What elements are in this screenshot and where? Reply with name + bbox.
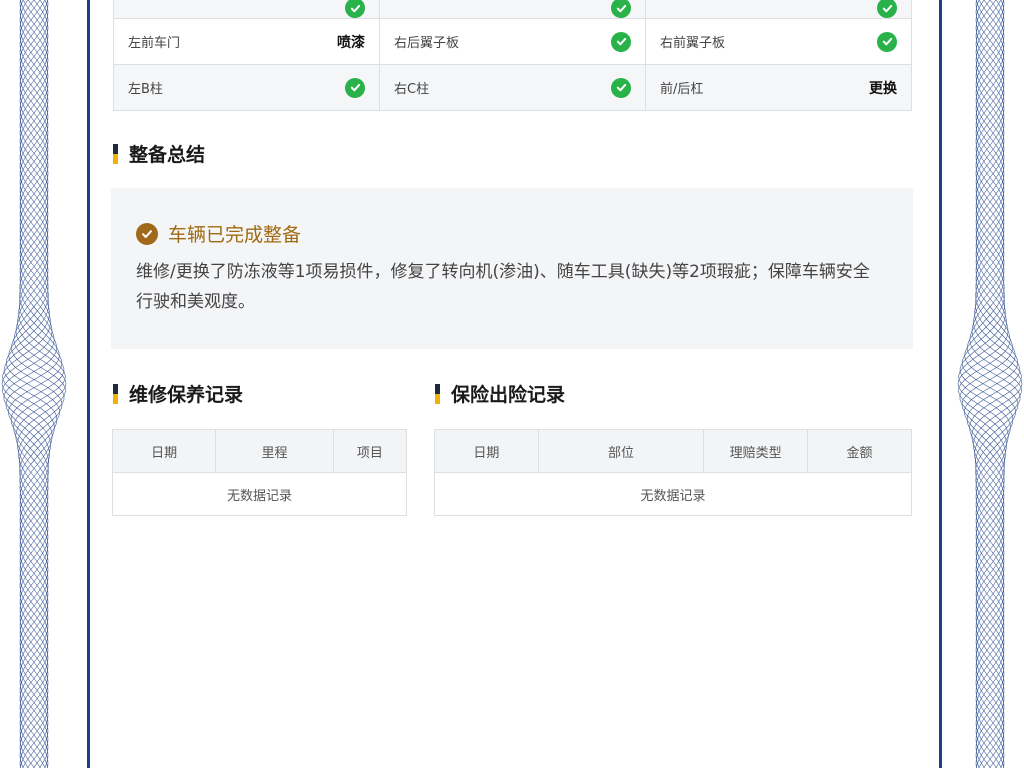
guilloche-border-right [957, 0, 1023, 768]
column-header-item: 项目 [332, 429, 408, 473]
repair-status: 喷漆 [337, 34, 365, 51]
check-icon [611, 0, 631, 18]
table-row: 无数据记录 [112, 472, 407, 516]
part-label: 左B柱 [128, 82, 163, 97]
summary-description: 维修/更换了防冻液等1项易损件，修复了转向机(渗油)、随车工具(缺失)等2项瑕疵… [136, 262, 870, 312]
column-header-claim-type: 理赔类型 [703, 429, 809, 473]
summary-section-title: 整备总结 [113, 140, 205, 167]
part-label: 右后翼子板 [394, 36, 460, 51]
summary-title-text: 整备总结 [129, 144, 206, 166]
grid-cell: 右C柱 [380, 65, 646, 111]
summary-box: 车辆已完成整备 维修/更换了防冻液等1项易损件，修复了转向机(渗油)、随车工具(… [111, 188, 913, 349]
column-header-date: 日期 [111, 429, 217, 473]
title-accent-bar [113, 143, 118, 164]
grid-row: 左前车门 喷漆 右后翼子板 右前翼子板 [114, 19, 912, 65]
check-icon [345, 77, 365, 98]
grid-cell [646, 0, 912, 19]
grid-cell: 左B柱 [114, 65, 380, 111]
grid-row: 左B柱 右C柱 前/后杠 更换 [114, 65, 912, 111]
repair-status: 更换 [869, 80, 897, 97]
grid-row [114, 0, 912, 19]
maintenance-table: 日期 里程 项目 无数据记录 [111, 429, 408, 516]
frame-line-right [939, 0, 942, 768]
grid-cell: 前/后杠 更换 [646, 65, 912, 111]
check-icon [611, 77, 631, 98]
grid-cell: 右前翼子板 [646, 19, 912, 65]
part-label: 右C柱 [394, 82, 430, 97]
part-label: 右前翼子板 [660, 36, 726, 51]
column-header-mileage: 里程 [215, 429, 334, 473]
part-label: 前/后杠 [660, 82, 704, 97]
title-accent-bar [113, 383, 118, 404]
column-header-date: 日期 [434, 429, 539, 473]
summary-status-text: 车辆已完成整备 [168, 224, 302, 246]
column-header-amount: 金额 [807, 429, 912, 473]
table-row: 无数据记录 [434, 472, 912, 516]
table-header-row: 日期 部位 理赔类型 金额 [434, 429, 912, 473]
grid-cell [114, 0, 380, 19]
insurance-section-title: 保险出险记录 [435, 380, 565, 407]
check-icon [877, 31, 897, 52]
frame-line-left [87, 0, 90, 768]
report-page: 左前车门 喷漆 右后翼子板 右前翼子板左B柱 右C柱 前/后杠 更换 整备总结 车辆已完成整… [0, 0, 1024, 768]
check-icon [345, 0, 365, 18]
maintenance-title-text: 维修保养记录 [129, 384, 244, 406]
grid-cell: 左前车门 喷漆 [114, 19, 380, 65]
empty-row-text: 无数据记录 [112, 472, 407, 516]
table-header-row: 日期 里程 项目 [111, 429, 408, 473]
grid-cell [380, 0, 646, 19]
insurance-title-text: 保险出险记录 [451, 384, 566, 406]
completed-check-icon [136, 222, 158, 245]
part-label: 左前车门 [128, 36, 181, 51]
damage-grid: 左前车门 喷漆 右后翼子板 右前翼子板左B柱 右C柱 前/后杠 更换 [113, 0, 912, 111]
title-accent-bar [435, 383, 440, 404]
guilloche-border-left [1, 0, 67, 768]
check-icon [611, 31, 631, 52]
empty-row-text: 无数据记录 [434, 472, 912, 516]
summary-status: 车辆已完成整备 [136, 220, 889, 247]
maintenance-section-title: 维修保养记录 [113, 380, 243, 407]
check-icon [877, 0, 897, 18]
column-header-part: 部位 [537, 429, 705, 473]
insurance-table: 日期 部位 理赔类型 金额 无数据记录 [434, 429, 912, 516]
grid-cell: 右后翼子板 [380, 19, 646, 65]
